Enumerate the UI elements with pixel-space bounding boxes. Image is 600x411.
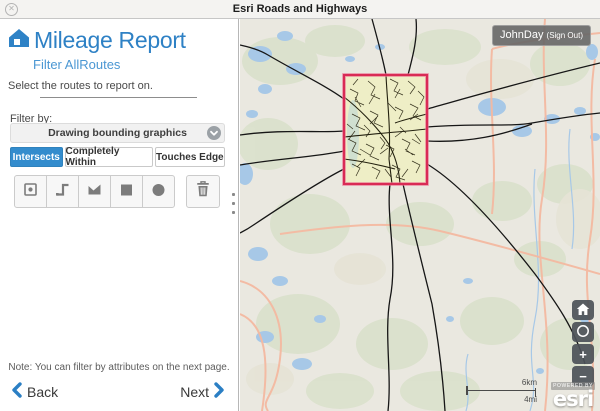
minus-icon: − [579, 370, 587, 383]
basemap [240, 19, 600, 411]
tab-intersects[interactable]: Intersects [10, 147, 63, 167]
map-controls: + − [572, 300, 594, 386]
map-canvas[interactable]: JohnDay (Sign Out) + [240, 19, 600, 411]
app-window: Esri Roads and Highways ✕ Mileage Report… [0, 0, 600, 411]
draw-polygon-button[interactable] [78, 175, 111, 208]
scale-tick-left [466, 386, 468, 395]
clear-graphics-button[interactable] [186, 175, 220, 208]
selection-graphic [344, 75, 427, 184]
locate-button[interactable] [572, 322, 594, 342]
panel-header: Mileage Report [7, 27, 186, 54]
scale-bar: 6km 4mi [466, 376, 536, 406]
instruction-text: Select the routes to report on. [8, 80, 153, 92]
next-button[interactable]: Next [180, 382, 225, 401]
scale-km-label: 6km [522, 378, 537, 387]
wizard-nav: Back Next [11, 382, 225, 401]
trash-icon [194, 180, 212, 203]
draw-circle-button[interactable] [142, 175, 175, 208]
circle-x-icon[interactable]: ✕ [5, 3, 18, 16]
chevron-right-icon [214, 382, 225, 401]
user-sign-out-button[interactable]: JohnDay (Sign Out) [492, 25, 591, 46]
plus-icon: + [579, 348, 587, 361]
chevron-down-circle-icon [207, 126, 221, 140]
zoom-in-button[interactable]: + [572, 344, 594, 364]
page-title: Mileage Report [34, 27, 186, 54]
tab-completely-within[interactable]: Completely Within [65, 147, 153, 167]
dropdown-value: Drawing bounding graphics [48, 127, 187, 139]
back-label: Back [27, 384, 58, 400]
sign-out-label: (Sign Out) [547, 31, 583, 40]
home-icon [576, 303, 590, 318]
locate-icon [576, 324, 590, 340]
draw-polyline-icon [54, 181, 71, 203]
draw-polyline-button[interactable] [46, 175, 79, 208]
esri-logo: POWERED BY esri [549, 382, 597, 409]
draw-rectangle-icon [118, 181, 135, 203]
draw-circle-icon [150, 181, 167, 203]
back-button[interactable]: Back [11, 382, 58, 401]
scale-line [466, 390, 536, 391]
note-text: Note: You can filter by attributes on th… [0, 362, 238, 373]
spatial-relation-tabs: Intersects Completely Within Touches Edg… [10, 147, 225, 167]
draw-point-button[interactable] [14, 175, 47, 208]
esri-brand-text: esri [549, 391, 597, 409]
draw-polygon-icon [86, 181, 103, 203]
scale-mi-label: 4mi [524, 395, 537, 404]
filter-method-dropdown[interactable]: Drawing bounding graphics [10, 123, 225, 143]
draw-toolbar [14, 175, 220, 208]
draw-rectangle-button[interactable] [110, 175, 143, 208]
mileage-report-panel: Mileage Report Filter AllRoutes Select t… [0, 19, 239, 411]
window-titlebar: Esri Roads and Highways ✕ [0, 0, 600, 19]
window-title: Esri Roads and Highways [0, 0, 600, 18]
panel-collapse-handle[interactable] [232, 193, 235, 214]
tab-touches-edge[interactable]: Touches Edge [155, 147, 225, 167]
user-name: JohnDay [500, 29, 543, 41]
home-report-icon [7, 27, 31, 54]
draw-point-icon [22, 181, 39, 203]
divider-line [40, 97, 197, 98]
page-subtitle: Filter AllRoutes [33, 57, 120, 72]
chevron-left-icon [11, 382, 22, 401]
home-extent-button[interactable] [572, 300, 594, 320]
next-label: Next [180, 384, 209, 400]
